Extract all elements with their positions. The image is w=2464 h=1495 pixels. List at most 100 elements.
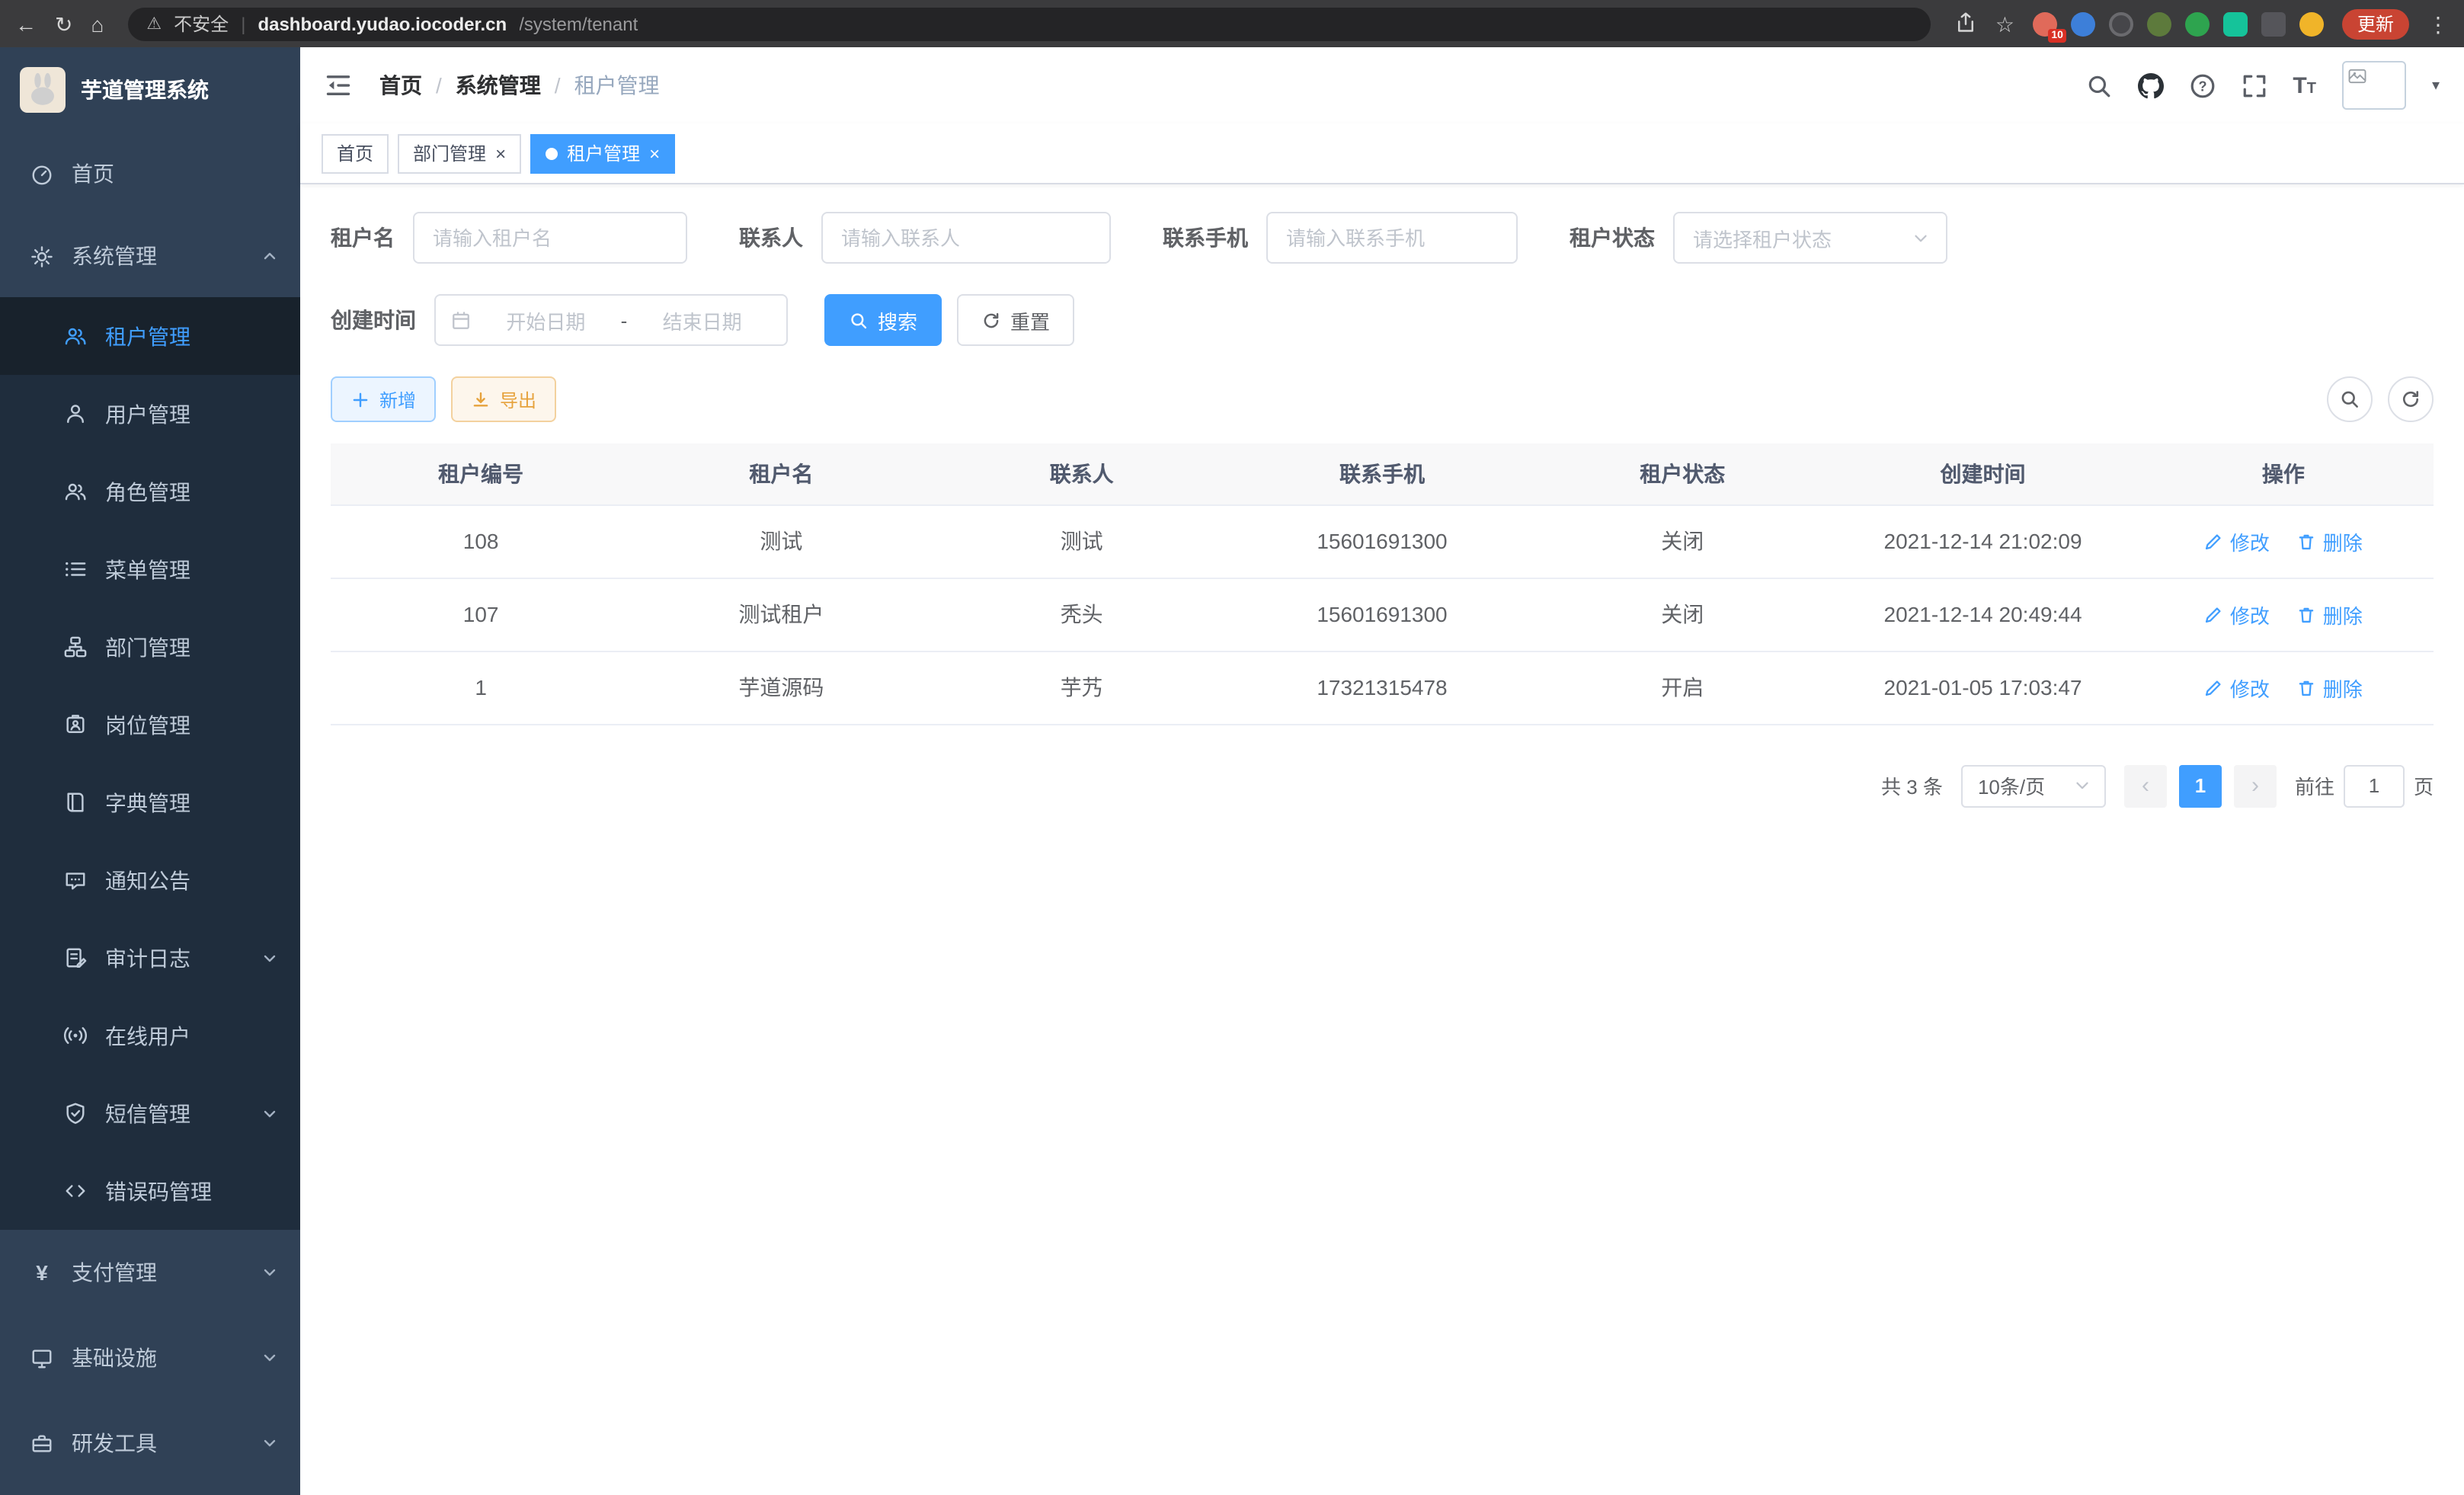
sidebar-item-sms[interactable]: 短信管理 <box>0 1074 300 1152</box>
sidebar-item-dept[interactable]: 部门管理 <box>0 608 300 686</box>
bookmark-star-icon[interactable]: ☆ <box>1995 13 2014 34</box>
reset-button[interactable]: 重置 <box>957 294 1074 346</box>
cell-status: 开启 <box>1532 651 1832 724</box>
avatar-caret-icon[interactable]: ▾ <box>2432 77 2440 94</box>
gear-icon <box>30 245 53 267</box>
pagination: 共 3 条 10条/页 ‹ 1 › 前往 页 <box>331 764 2434 807</box>
fullscreen-icon[interactable] <box>2241 72 2267 98</box>
search-button[interactable]: 搜索 <box>824 294 942 346</box>
security-label[interactable]: 不安全 <box>174 11 229 37</box>
link-label: 修改 <box>2230 600 2270 629</box>
phone-input[interactable] <box>1266 212 1518 264</box>
add-button[interactable]: 新增 <box>331 376 436 422</box>
breadcrumb-system[interactable]: 系统管理 <box>456 70 541 101</box>
tab-home[interactable]: 首页 <box>322 133 389 173</box>
header-search-icon[interactable] <box>2085 72 2111 98</box>
extension-icon-6[interactable] <box>2223 11 2248 36</box>
sidebar-item-system[interactable]: 系统管理 <box>0 215 300 297</box>
sidebar-item-role[interactable]: 角色管理 <box>0 453 300 530</box>
menu-list-icon <box>64 558 87 581</box>
goto-page-input[interactable] <box>2344 764 2405 807</box>
delete-link[interactable]: 删除 <box>2297 600 2363 629</box>
table-row: 1 芋道源码 芋艿 17321315478 开启 2021-01-05 17:0… <box>331 651 2434 724</box>
github-icon[interactable] <box>2137 72 2163 98</box>
chevron-down-icon <box>261 1349 279 1367</box>
link-label: 删除 <box>2323 600 2363 629</box>
sidebar-item-post[interactable]: 岗位管理 <box>0 686 300 764</box>
prev-page-button[interactable]: ‹ <box>2124 764 2167 807</box>
extension-icon-4[interactable] <box>2147 11 2171 36</box>
devtools-icon <box>30 1432 53 1455</box>
extensions-puzzle-icon[interactable] <box>2261 11 2286 36</box>
export-button[interactable]: 导出 <box>451 376 556 422</box>
status-select[interactable]: 请选择租户状态 <box>1673 212 1947 264</box>
org-tree-icon <box>64 635 87 658</box>
extension-icon-2[interactable] <box>2071 11 2095 36</box>
tenant-name-input[interactable] <box>413 212 687 264</box>
sidebar-item-error-code[interactable]: 错误码管理 <box>0 1152 300 1230</box>
cell-actions: 修改 删除 <box>2133 578 2434 651</box>
breadcrumb-home[interactable]: 首页 <box>379 70 422 101</box>
date-range-picker[interactable]: 开始日期 - 结束日期 <box>434 294 788 346</box>
cell-name: 芋道源码 <box>631 651 931 724</box>
sidebar-item-label: 错误码管理 <box>105 1176 212 1206</box>
tab-close-icon[interactable]: × <box>649 142 660 164</box>
edit-link[interactable]: 修改 <box>2204 600 2270 629</box>
url-bar[interactable]: ⚠ 不安全 | dashboard.yudao.iocoder.cn /syst… <box>128 7 1931 40</box>
sidebar-item-user[interactable]: 用户管理 <box>0 375 300 453</box>
sidebar-item-menu[interactable]: 菜单管理 <box>0 530 300 608</box>
tags-view: 首页 部门管理 × 租户管理 × <box>300 123 2464 184</box>
sidebar-item-audit-log[interactable]: 审计日志 <box>0 919 300 997</box>
share-icon[interactable] <box>1956 11 1977 36</box>
edit-link[interactable]: 修改 <box>2204 673 2270 702</box>
back-icon[interactable]: ← <box>15 13 37 34</box>
tab-label: 租户管理 <box>567 140 640 166</box>
table-row: 108 测试 测试 15601691300 关闭 2021-12-14 21:0… <box>331 504 2434 578</box>
sidebar-item-tenant[interactable]: 租户管理 <box>0 297 300 375</box>
tab-dept[interactable]: 部门管理 × <box>398 133 521 173</box>
breadcrumb-separator: / <box>436 73 442 98</box>
sidebar-item-notice[interactable]: 通知公告 <box>0 841 300 919</box>
font-size-icon[interactable]: TT <box>2293 72 2316 98</box>
search-toggle-button[interactable] <box>2327 376 2373 422</box>
filter-tenant-name: 租户名 <box>331 212 687 264</box>
sidebar-item-payment[interactable]: ¥ 支付管理 <box>0 1230 300 1315</box>
tenant-table: 租户编号 租户名 联系人 联系手机 租户状态 创建时间 操作 108 测试 <box>331 443 2434 725</box>
page-number-button[interactable]: 1 <box>2179 764 2222 807</box>
online-users-icon <box>64 1024 87 1047</box>
chrome-update-button[interactable]: 更新 <box>2342 8 2409 39</box>
extension-icon-5[interactable] <box>2185 11 2210 36</box>
trash-icon <box>2297 531 2317 551</box>
contact-input[interactable] <box>821 212 1111 264</box>
cell-created: 2021-12-14 21:02:09 <box>1832 504 2133 578</box>
sidebar-item-infrastructure[interactable]: 基础设施 <box>0 1315 300 1401</box>
sidebar-fold-icon[interactable] <box>325 72 352 99</box>
chevron-down-icon <box>2072 776 2092 796</box>
cell-phone: 15601691300 <box>1232 578 1532 651</box>
browser-home-icon[interactable]: ⌂ <box>91 13 104 34</box>
refresh-table-button[interactable] <box>2388 376 2434 422</box>
extension-icon-3[interactable] <box>2109 11 2133 36</box>
logo[interactable]: 芋道管理系统 <box>0 47 300 133</box>
tab-close-icon[interactable]: × <box>495 142 506 164</box>
extension-icon-1[interactable]: 10 <box>2033 11 2057 36</box>
user-avatar[interactable] <box>2342 61 2406 110</box>
help-icon[interactable]: ? <box>2189 72 2215 98</box>
cell-phone: 15601691300 <box>1232 504 1532 578</box>
tab-tenant[interactable]: 租户管理 × <box>530 133 675 173</box>
edit-link[interactable]: 修改 <box>2204 527 2270 555</box>
sidebar-item-dict[interactable]: 字典管理 <box>0 764 300 841</box>
sidebar-item-devtools[interactable]: 研发工具 <box>0 1401 300 1486</box>
next-page-button[interactable]: › <box>2234 764 2277 807</box>
page-size-select[interactable]: 10条/页 <box>1961 764 2106 807</box>
app-frame: 芋道管理系统 首页 系统管理 租户管理 用户管理 角色管理 <box>0 47 2464 1495</box>
sidebar-item-home[interactable]: 首页 <box>0 133 300 215</box>
reload-icon[interactable]: ↻ <box>55 13 72 34</box>
delete-link[interactable]: 删除 <box>2297 673 2363 702</box>
profile-avatar-icon[interactable] <box>2299 11 2324 36</box>
cell-status: 关闭 <box>1532 504 1832 578</box>
sidebar-item-online-users[interactable]: 在线用户 <box>0 997 300 1074</box>
chrome-menu-icon[interactable]: ⋮ <box>2427 13 2449 34</box>
delete-link[interactable]: 删除 <box>2297 527 2363 555</box>
navbar-actions: ? TT ▾ <box>2085 61 2440 110</box>
